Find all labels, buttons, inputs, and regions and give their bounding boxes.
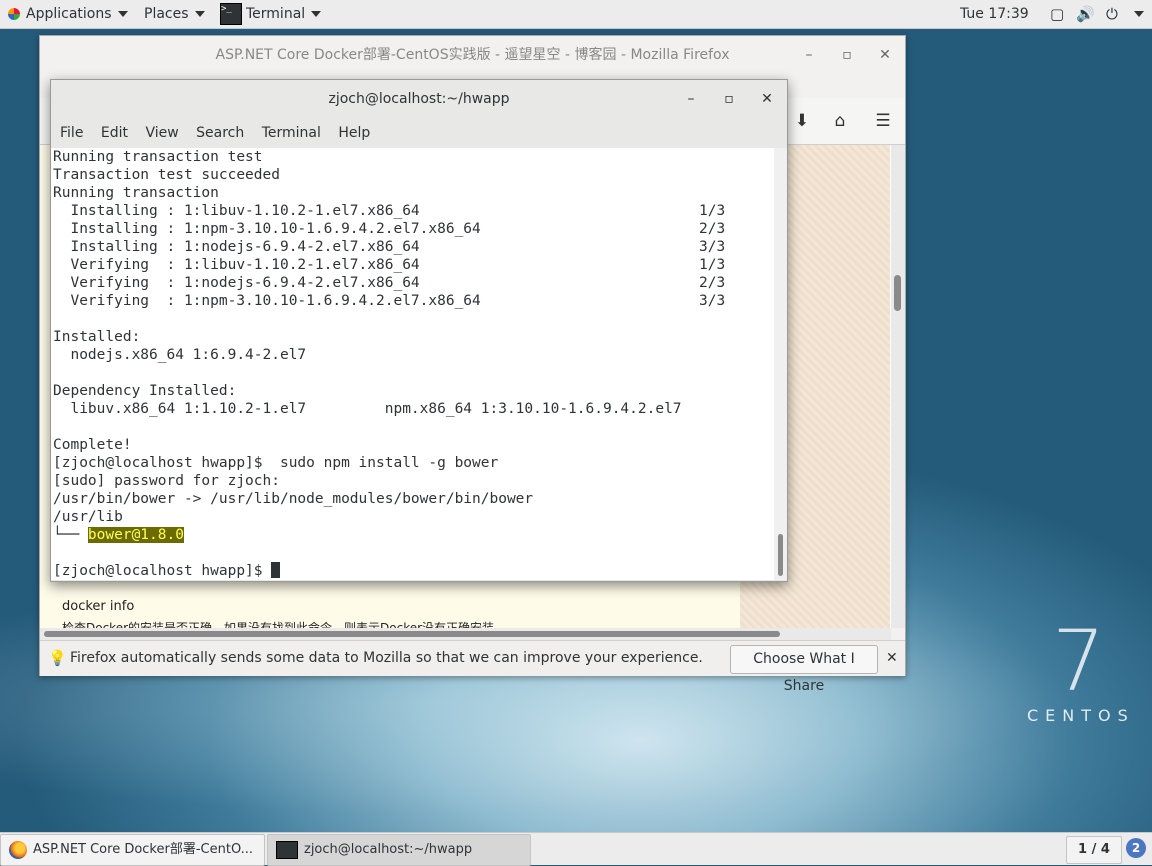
terminal-line: Running transaction test [53,149,263,165]
menu-file[interactable]: File [60,125,83,141]
taskbar: ASP.NET Core Docker部署-CentO... zjoch@loc… [0,832,1152,866]
workspace-badge[interactable]: 2 [1126,838,1146,858]
taskbar-firefox[interactable]: ASP.NET Core Docker部署-CentO... [0,834,265,866]
terminal-line: [sudo] password for zjoch: [53,473,280,489]
home-icon[interactable]: ⌂ [827,108,853,134]
chevron-down-icon [311,11,322,17]
terminal-text: Running transaction test Transaction test… [53,148,725,580]
menu-edit[interactable]: Edit [101,125,128,141]
menu-search[interactable]: Search [196,125,244,141]
chevron-down-icon [194,11,205,17]
terminal-line: └── bower@1.8.0 [53,526,725,544]
vertical-scrollbar[interactable] [891,145,905,628]
terminal-line: Running transaction [53,185,219,201]
choose-what-i-share-button[interactable]: Choose What I Share [730,645,878,694]
page-text: docker info [62,599,135,614]
active-app-menu[interactable]: >_ Terminal [220,0,322,28]
centos-logo-numeral: 7 [1052,612,1106,710]
terminal-icon: >_ [220,3,242,25]
installed-package: bower@1.8.0 [87,527,184,543]
terminal-line: Transaction test succeeded [53,167,280,183]
menu-icon[interactable]: ☰ [870,108,896,134]
menu-view[interactable]: View [145,125,178,141]
text-cursor [271,562,281,578]
terminal-line: Dependency Installed: [53,383,237,399]
top-bar: Applications Places >_ Terminal Tue 17:39… [0,0,1152,29]
horizontal-scrollbar[interactable] [40,628,891,640]
terminal-line: Installing : 1:npm-3.10.10-1.6.9.4.2.el7… [53,221,726,237]
screen-icon[interactable]: ▢ [1050,0,1064,28]
menu-help[interactable]: Help [338,125,370,141]
terminal-line: Complete! [53,437,132,453]
terminal-line: [zjoch@localhost hwapp]$ sudo npm instal… [53,455,499,471]
lightbulb-icon: 💡 [48,649,67,667]
close-button[interactable]: ✕ [752,80,782,118]
page-text: 检查Docker的安装是否正确，如果没有找到此命令，则表示Docker没有正确安… [62,621,495,628]
centos-logo-word: CENTOS [1027,706,1135,725]
terminal-line: Installing : 1:libuv-1.10.2-1.el7.x86_64… [53,203,726,219]
maximize-button[interactable]: ▫ [714,80,744,118]
applications-icon [8,8,20,20]
volume-icon[interactable]: 🔊 [1076,0,1095,28]
terminal-line: Verifying : 1:nodejs-6.9.4-2.el7.x86_64 … [53,275,726,291]
chevron-down-icon [1134,11,1144,17]
minimize-button[interactable]: – [676,80,706,118]
chevron-down-icon [117,11,128,17]
terminal-line: Verifying : 1:npm-3.10.10-1.6.9.4.2.el7.… [53,293,726,309]
terminal-icon [276,840,298,859]
minimize-button[interactable]: – [794,36,824,74]
close-icon[interactable]: ✕ [886,641,898,676]
system-menu-chevron[interactable] [1128,0,1144,28]
applications-menu[interactable]: Applications [8,0,128,28]
menu-terminal[interactable]: Terminal [262,125,321,141]
terminal-line: nodejs.x86_64 1:6.9.4-2.el7 [53,347,307,363]
scrollbar-thumb[interactable] [778,534,783,576]
firefox-title: ASP.NET Core Docker部署-CentOS实践版 - 遥望星空 -… [215,47,730,63]
clock[interactable]: Tue 17:39 [960,0,1029,28]
terminal-line: Installing : 1:nodejs-6.9.4-2.el7.x86_64… [53,239,726,255]
close-button[interactable]: ✕ [870,36,900,74]
notification-text: Firefox automatically sends some data to… [70,650,703,666]
taskbar-terminal[interactable]: zjoch@localhost:~/hwapp [267,834,531,866]
terminal-prompt: [zjoch@localhost hwapp]$ [53,562,725,580]
maximize-button[interactable]: ▫ [832,36,862,74]
terminal-line: Installed: [53,329,141,345]
terminal-line: Verifying : 1:libuv-1.10.2-1.el7.x86_64 … [53,257,726,273]
notification-bar: 💡 Firefox automatically sends some data … [40,640,905,694]
terminal-line: libuv.x86_64 1:1.10.2-1.el7 npm.x86_64 1… [53,401,682,417]
prompt-text: [zjoch@localhost hwapp]$ [53,563,272,579]
scrollbar-thumb[interactable] [894,275,901,311]
places-menu[interactable]: Places [144,0,205,28]
terminal-menubar: File Edit View Search Terminal Help [51,118,787,148]
download-icon[interactable]: ⬇ [789,108,815,134]
terminal-scrollbar[interactable] [774,148,787,580]
terminal-line: /usr/bin/bower -> /usr/lib/node_modules/… [53,491,534,507]
power-icon[interactable]: ⏻ [1106,0,1118,28]
terminal-line: /usr/lib [53,509,123,525]
terminal-window: zjoch@localhost:~/hwapp – ▫ ✕ File Edit … [50,79,788,582]
scrollbar-thumb[interactable] [44,631,780,637]
workspace-pager[interactable]: 1 / 4 [1066,836,1122,864]
firefox-icon [9,840,27,859]
terminal-output[interactable]: Running transaction test Transaction test… [51,148,774,580]
tree-prefix: └── [53,527,88,543]
